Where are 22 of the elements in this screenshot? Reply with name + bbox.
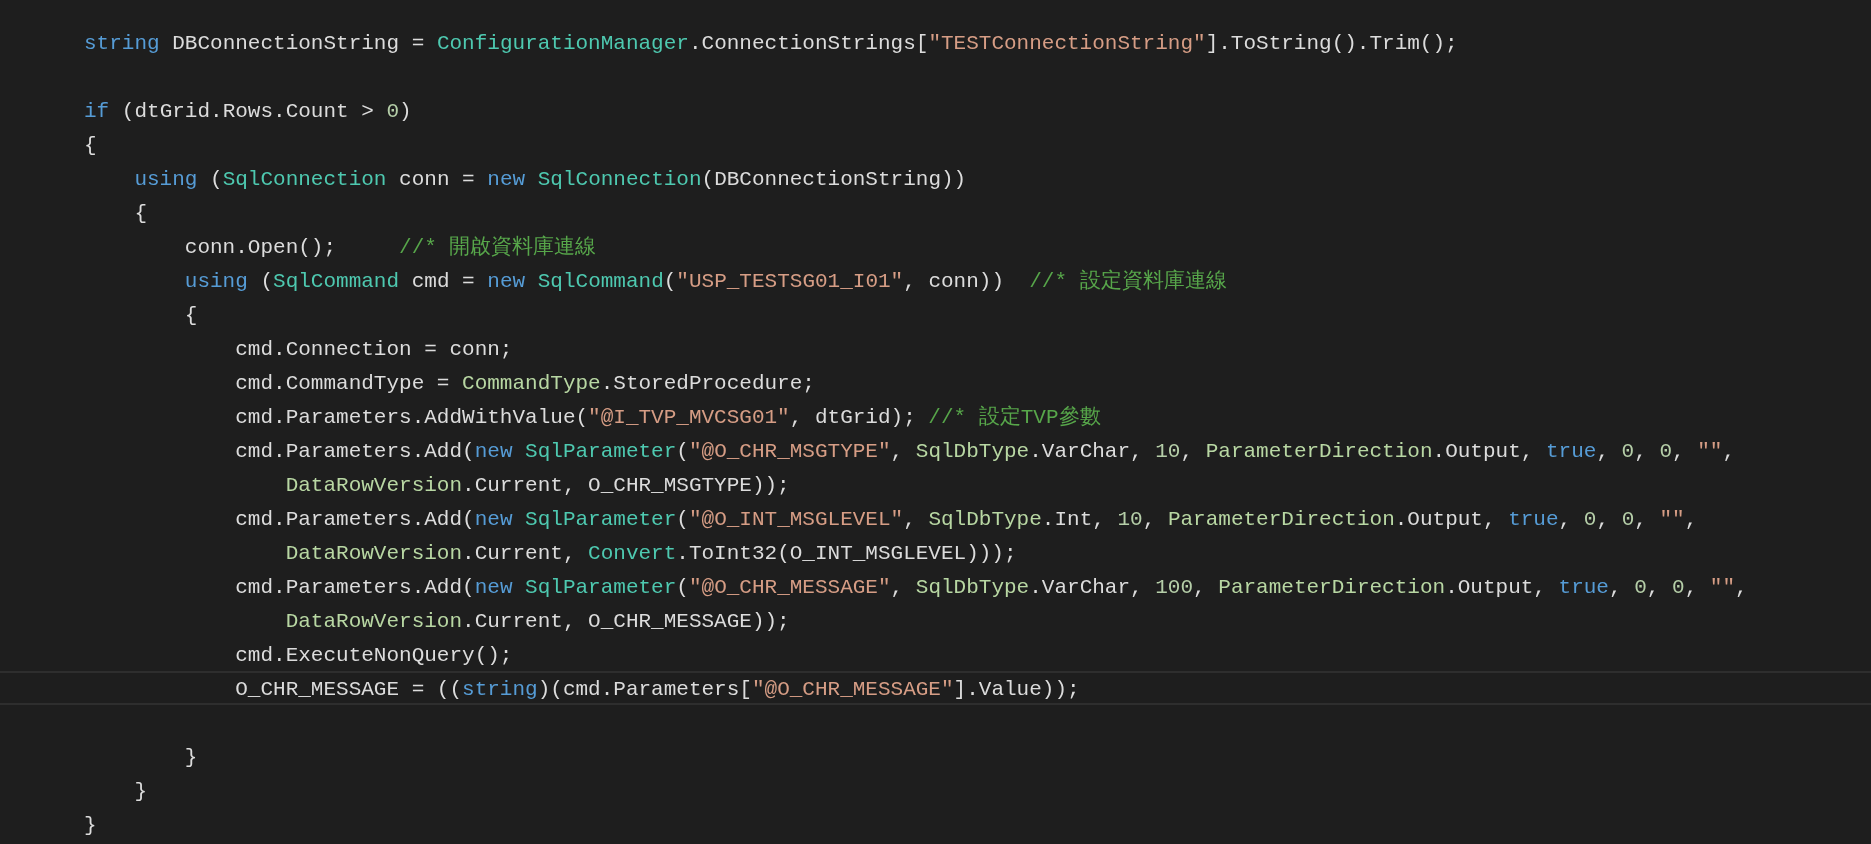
code-line: cmd.Parameters.Add(new SqlParameter("@O_CHR_MESSAGE", SqlDbType.VarChar, 100, ParameterDirection.Output, true, 0, 0, "", [234, 575, 1749, 601]
code-line: cmd.ExecuteNonQuery(); [234, 643, 514, 669]
code-line: } [183, 745, 199, 771]
code-line: cmd.CommandType = CommandType.StoredProcedure; [234, 371, 816, 397]
code-line: } [133, 779, 148, 805]
code-line: cmd.Parameters.Add(new SqlParameter("@O_INT_MSGLEVEL", SqlDbType.Int, 10, ParameterDirection.Output, true, 0, 0, "", [234, 507, 1699, 533]
code-line: { [133, 201, 148, 227]
current-code-line: O_CHR_MESSAGE = ((string)(cmd.Parameters["@O_CHR_MESSAGE"].Value)); [0, 671, 1871, 705]
code-line: { [83, 133, 98, 159]
code-line: DataRowVersion.Current, O_CHR_MSGTYPE)); [284, 473, 791, 499]
code-line: DataRowVersion.Current, Convert.ToInt32(O_INT_MSGLEVEL))); [284, 541, 1018, 567]
code-line: cmd.Parameters.Add(new SqlParameter("@O_CHR_MSGTYPE", SqlDbType.VarChar, 10, ParameterDirection.Output, true, 0, 0, "", [234, 439, 1737, 465]
code-line: conn.Open(); //* 開啟資料庫連線 [183, 234, 598, 261]
code-line: DataRowVersion.Current, O_CHR_MESSAGE)); [284, 609, 791, 635]
code-line: { [183, 303, 199, 329]
code-line: } [83, 813, 98, 839]
code-line: string DBConnectionString = ConfigurationManager.ConnectionStrings["TESTConnectionString"].ToString().Trim(); [83, 31, 1459, 57]
code-line: cmd.Connection = conn; [234, 337, 514, 363]
code-line: using (SqlCommand cmd = new SqlCommand("USP_TESTSG01_I01", conn)) //* 設定資料庫連線 [183, 268, 1228, 295]
code-line: cmd.Parameters.AddWithValue("@I_TVP_MVCSG01", dtGrid); //* 設定TVP參數 [234, 404, 1102, 431]
code-line: using (SqlConnection conn = new SqlConnection(DBConnectionString)) [133, 167, 968, 193]
code-line: if (dtGrid.Rows.Count > 0) [83, 99, 413, 125]
